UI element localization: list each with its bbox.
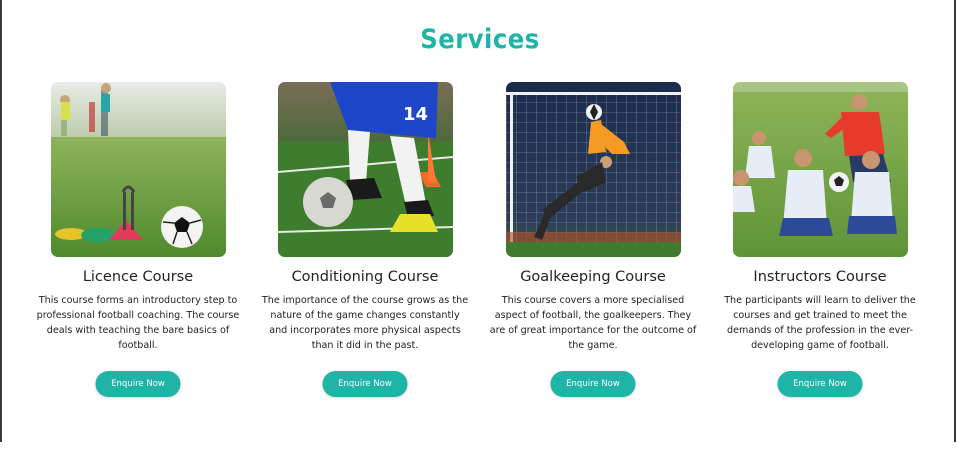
card-description: This course covers a more specialised as… xyxy=(489,295,697,351)
card-title: Conditioning Course xyxy=(291,269,439,285)
section-title: Services xyxy=(420,24,540,55)
card-image xyxy=(50,82,226,257)
service-card-licence: Licence Course This course forms an intr… xyxy=(33,82,243,397)
enquire-now-button[interactable]: Enquire Now xyxy=(95,371,181,397)
enquire-now-button[interactable]: Enquire Now xyxy=(322,371,408,397)
card-description: The importance of the course grows as th… xyxy=(261,295,469,351)
svg-text:14: 14 xyxy=(403,104,428,125)
card-title: Licence Course xyxy=(82,269,194,285)
card-description: The participants will learn to deliver t… xyxy=(724,295,916,351)
service-card-conditioning: 14 Conditioning Course The importance of… xyxy=(260,82,470,397)
service-card-goalkeeping: Goalkeeping Course This course covers a … xyxy=(488,82,698,397)
services-section: Services Licence Course This course form… xyxy=(0,0,956,442)
card-title: Goalkeeping Course xyxy=(520,269,666,285)
card-title: Instructors Course xyxy=(753,269,887,285)
page-bottom-area xyxy=(0,442,956,468)
service-card-instructors: Instructors Course The participants will… xyxy=(715,82,925,397)
card-image xyxy=(505,82,681,257)
card-image xyxy=(732,82,908,257)
enquire-now-button[interactable]: Enquire Now xyxy=(550,371,636,397)
card-description: This course forms an introductory step t… xyxy=(36,295,240,351)
enquire-now-button[interactable]: Enquire Now xyxy=(777,371,863,397)
card-image: 14 xyxy=(277,82,453,257)
